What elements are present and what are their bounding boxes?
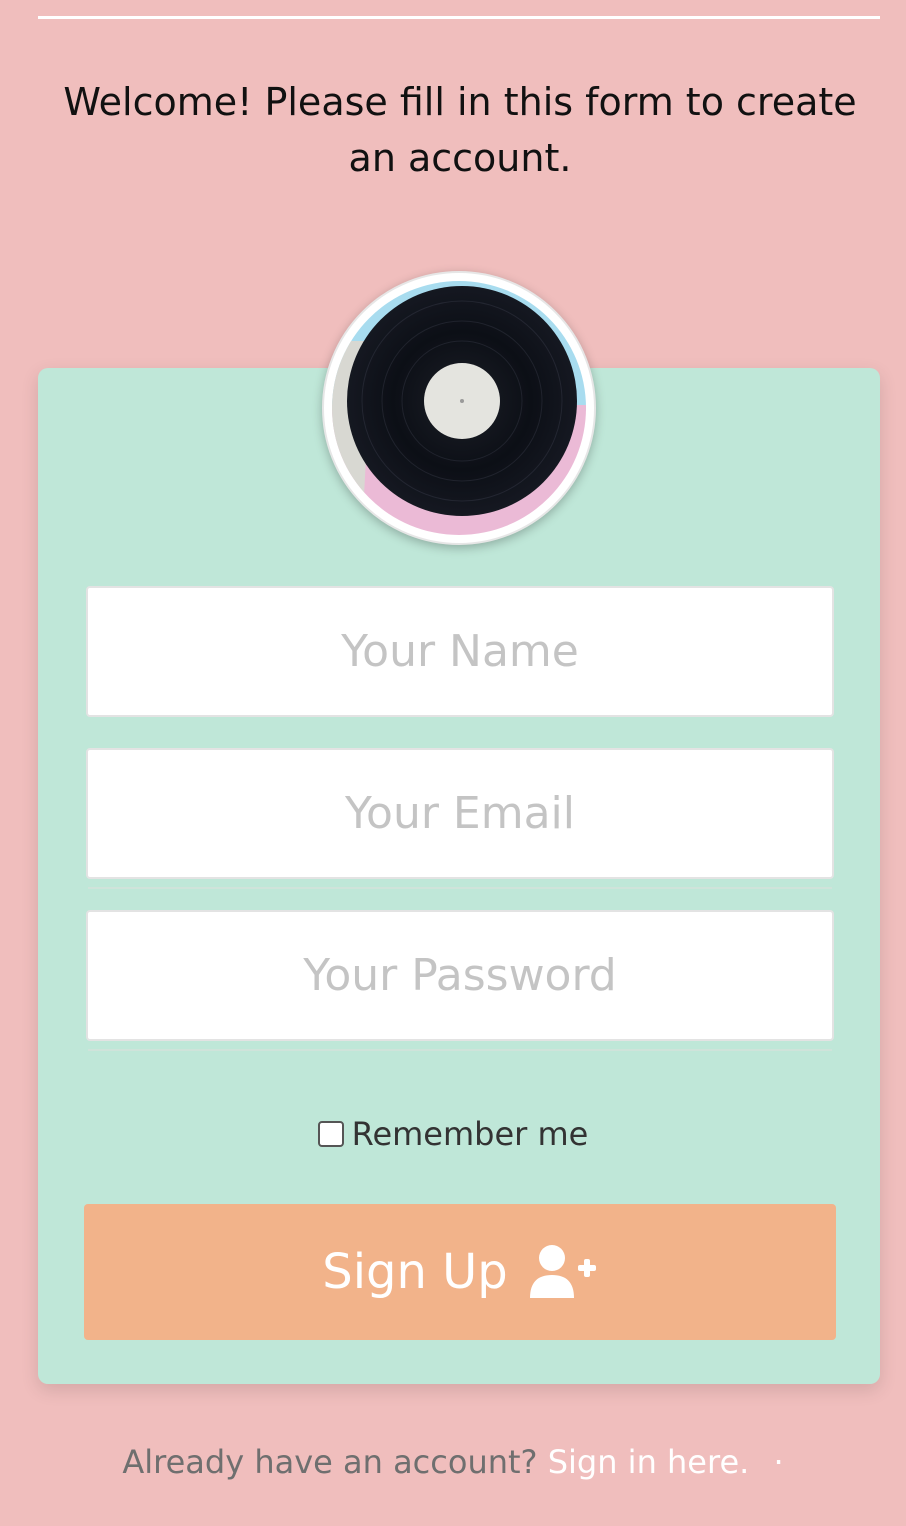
signup-label: Sign Up: [322, 1244, 508, 1300]
signin-prompt-text: Already have an account?: [122, 1443, 538, 1481]
remember-checkbox[interactable]: [317, 1121, 344, 1147]
user-plus-icon: [529, 1245, 596, 1298]
footer-separator: ·: [773, 1443, 784, 1481]
signin-link[interactable]: Sign in here.: [548, 1443, 750, 1481]
top-divider: [38, 16, 880, 19]
page-title: Welcome! Please fill in this form to cre…: [63, 80, 857, 180]
password-underline: [88, 1049, 832, 1051]
email-underline: [88, 887, 832, 889]
avatar: [322, 271, 596, 545]
vinyl-record-icon: [332, 281, 586, 535]
email-input[interactable]: [86, 748, 834, 879]
password-input[interactable]: [86, 910, 834, 1041]
signin-prompt: Already have an account? Sign in here. ·: [0, 1443, 906, 1481]
remember-me[interactable]: Remember me: [0, 1115, 906, 1153]
name-input[interactable]: [86, 586, 834, 717]
signup-button[interactable]: Sign Up: [84, 1204, 836, 1340]
remember-label[interactable]: Remember me: [352, 1115, 589, 1153]
